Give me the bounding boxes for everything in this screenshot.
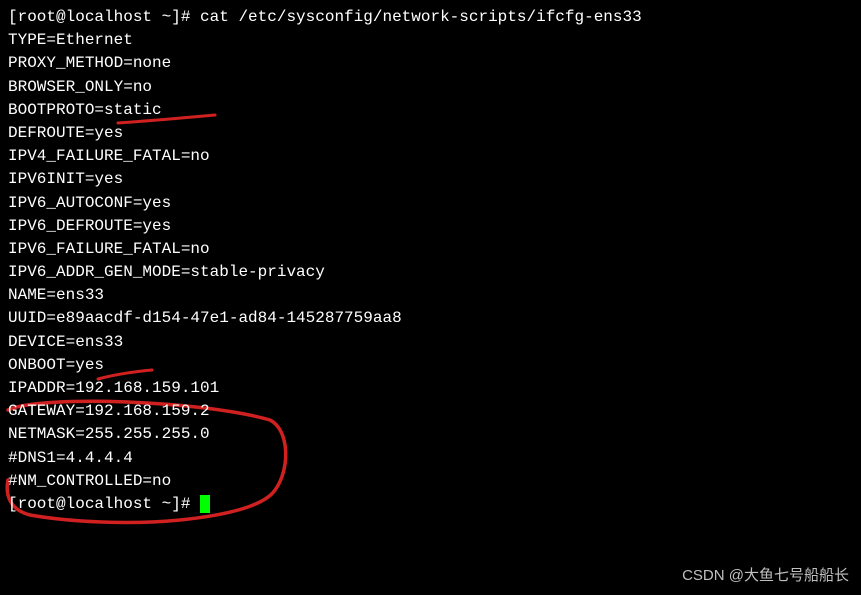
output-line: IPV4_FAILURE_FATAL=no — [8, 145, 853, 168]
output-line: BOOTPROTO=static — [8, 99, 853, 122]
prompt-line-1[interactable]: [root@localhost ~]# cat /etc/sysconfig/n… — [8, 6, 853, 29]
prompt-line-2[interactable]: [root@localhost ~]# — [8, 493, 853, 516]
output-line: #DNS1=4.4.4.4 — [8, 447, 853, 470]
output-line: NETMASK=255.255.255.0 — [8, 423, 853, 446]
output-line: IPV6_DEFROUTE=yes — [8, 215, 853, 238]
output-line: DEFROUTE=yes — [8, 122, 853, 145]
output-line: GATEWAY=192.168.159.2 — [8, 400, 853, 423]
output-line: #NM_CONTROLLED=no — [8, 470, 853, 493]
output-line: IPV6_AUTOCONF=yes — [8, 192, 853, 215]
output-line: IPV6INIT=yes — [8, 168, 853, 191]
watermark-text: CSDN @大鱼七号船船长 — [682, 565, 849, 587]
output-line: IPV6_FAILURE_FATAL=no — [8, 238, 853, 261]
output-line: ONBOOT=yes — [8, 354, 853, 377]
output-line: UUID=e89aacdf-d154-47e1-ad84-145287759aa… — [8, 307, 853, 330]
shell-prompt: [root@localhost ~]# — [8, 495, 200, 513]
shell-prompt: [root@localhost ~]# — [8, 8, 200, 26]
command-text: cat /etc/sysconfig/network-scripts/ifcfg… — [200, 8, 642, 26]
output-line: TYPE=Ethernet — [8, 29, 853, 52]
output-line: PROXY_METHOD=none — [8, 52, 853, 75]
output-line: IPV6_ADDR_GEN_MODE=stable-privacy — [8, 261, 853, 284]
output-line: BROWSER_ONLY=no — [8, 76, 853, 99]
cursor-block — [200, 495, 210, 513]
output-line: IPADDR=192.168.159.101 — [8, 377, 853, 400]
output-line: NAME=ens33 — [8, 284, 853, 307]
output-line: DEVICE=ens33 — [8, 331, 853, 354]
